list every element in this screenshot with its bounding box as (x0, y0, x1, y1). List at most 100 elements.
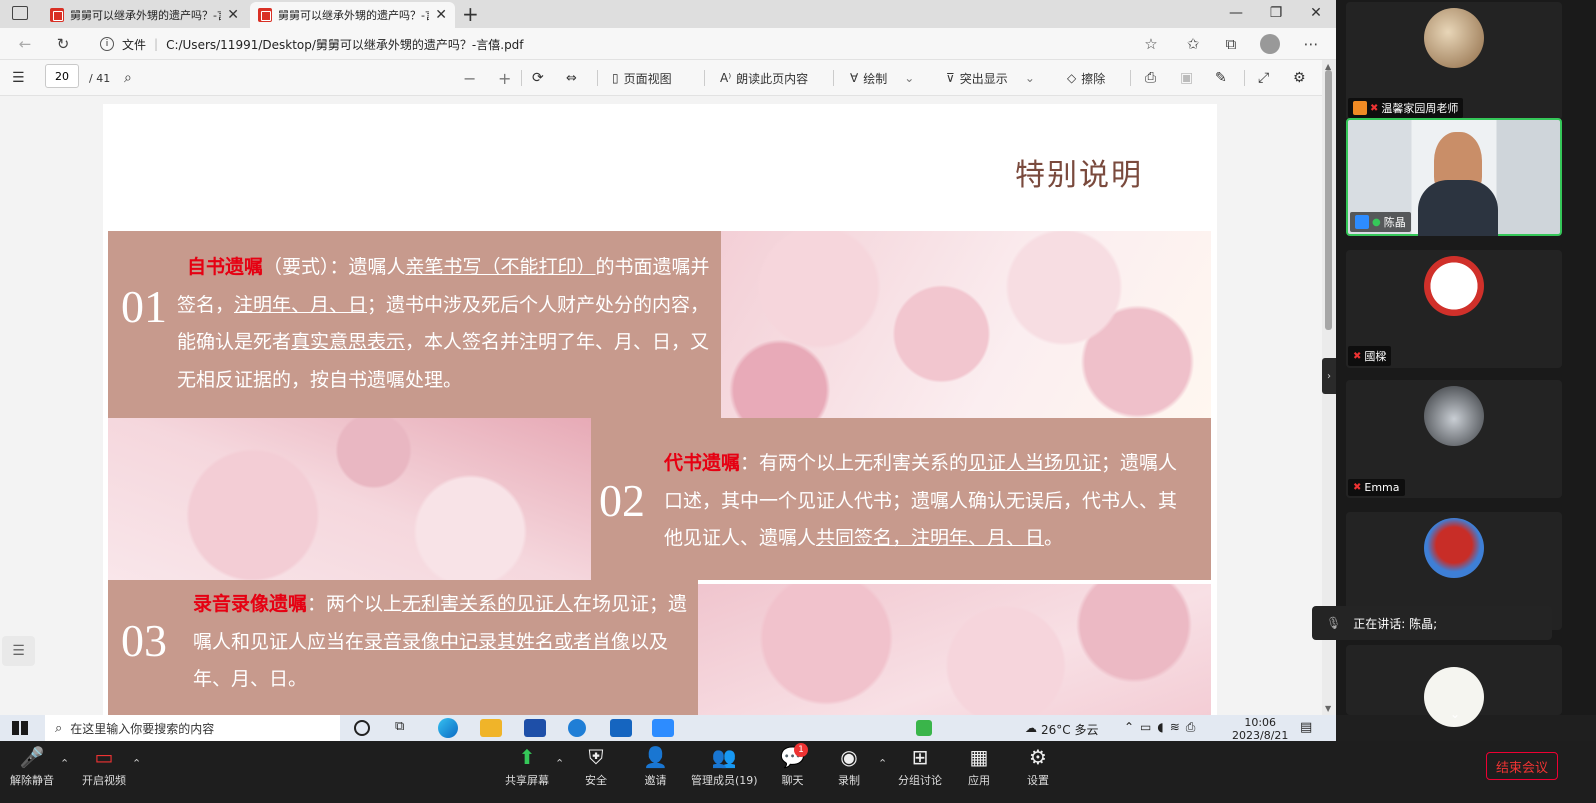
collections-icon[interactable]: ⧉ (1220, 34, 1242, 54)
participant-name: 温馨家园周老师 (1381, 102, 1459, 115)
list-toggle-button[interactable]: ☰ (2, 636, 35, 666)
list-icon: ☰ (12, 643, 25, 659)
mail-icon[interactable] (610, 719, 632, 737)
page-view-button[interactable]: ▯ 页面视图 (612, 68, 672, 88)
chevron-up-icon[interactable]: ⌃ (60, 757, 69, 770)
cortana-icon[interactable] (354, 720, 370, 736)
section-1-text: 自书遗嘱（要式）：遗嘱人亲笔书写（不能打印）的书面遗嘱并签名，注明年、月、日；遗… (177, 249, 722, 399)
taskbar-search[interactable]: ⌕ 在这里输入你要搜索的内容 (45, 715, 340, 741)
text-span: ：两个以上 (307, 593, 403, 615)
section-2-text: 代书遗嘱：有两个以上无利害关系的见证人当场见证；遗嘱人口述，其中一个见证人代书；… (664, 445, 1194, 558)
underlined-text: 共同签名，注明年、月、日 (816, 527, 1045, 549)
highlight-button[interactable]: ⊽ 突出显示 ⌄ (946, 68, 1035, 88)
apps-button[interactable]: ▦ 应用 (968, 745, 990, 788)
read-aloud-button[interactable]: A⁾ 朗读此页内容 (720, 68, 808, 88)
security-button[interactable]: ⛨ 安全 (585, 745, 607, 788)
search-icon: ⌕ (55, 720, 63, 736)
more-icon[interactable]: ⋯ (1300, 34, 1322, 54)
weather[interactable]: ☁ 26°C 多云 (1025, 721, 1098, 738)
start-video-button[interactable]: ▭ 开启视频 (82, 745, 126, 788)
settings-icon[interactable]: ⚙ (1293, 68, 1306, 88)
participant-tile[interactable]: ✖ Emma (1346, 380, 1562, 498)
app-icon[interactable] (568, 719, 586, 737)
fullscreen-icon[interactable]: ⤢ (1258, 68, 1269, 88)
chevron-down-icon[interactable]: ⌄ (1450, 707, 1460, 721)
store-icon[interactable] (524, 719, 546, 737)
maximize-button[interactable]: ❐ (1256, 0, 1296, 26)
new-tab-button[interactable]: + (462, 2, 479, 26)
notifications-icon[interactable]: ▤ (1300, 720, 1312, 735)
contents-icon[interactable]: ☰ (12, 68, 25, 88)
read-aloud-label: 朗读此页内容 (736, 71, 809, 86)
section-2-number: 02 (599, 475, 645, 526)
underlined-text: 无利害关系的见证人 (402, 593, 574, 615)
breakout-icon: ⊞ (911, 745, 929, 769)
chevron-down-icon[interactable]: ⌄ (904, 71, 914, 85)
refresh-icon[interactable]: ↻ (52, 34, 74, 54)
close-icon[interactable]: ✕ (227, 7, 239, 23)
minimize-button[interactable]: — (1216, 0, 1256, 26)
draw-icon: ∀ (850, 71, 859, 85)
close-icon[interactable]: ✕ (435, 7, 447, 23)
chevron-down-icon[interactable]: ⌄ (1025, 71, 1035, 85)
collapse-panel-button[interactable]: › (1322, 358, 1336, 394)
zoom-control-bar: 🎤 解除静音 ⌃ ▭ 开启视频 ⌃ ⬆ 共享屏幕 ⌃ ⛨ 安全 👤 邀请 👥 管理成员(19… (0, 741, 1596, 803)
end-meeting-button[interactable]: 结束会议 (1486, 752, 1558, 780)
edge-icon[interactable] (438, 718, 458, 738)
participant-tile-active-speaker[interactable]: ● 陈晶 (1346, 118, 1562, 236)
tab-1[interactable]: 舅舅可以继承外甥的遗产吗？-言 ✕ (42, 2, 247, 28)
back-icon[interactable]: ← (14, 34, 36, 54)
windows-taskbar: ⌕ 在这里输入你要搜索的内容 ⧉ ☁ 26°C 多云 ⌃▭◖≋⎙ 10:06 20… (0, 715, 1336, 742)
save-as-icon[interactable]: ✎ (1215, 68, 1227, 88)
record-button[interactable]: ◉ 录制 (838, 745, 860, 788)
chevron-up-icon[interactable]: ⌃ (555, 757, 564, 770)
file-explorer-icon[interactable] (480, 719, 502, 737)
save-icon[interactable]: ▣ (1180, 68, 1193, 88)
favorites-icon[interactable]: ✩ (1182, 34, 1204, 54)
zoom-in-icon[interactable]: + (498, 68, 511, 88)
fit-page-icon[interactable]: ⇔ (566, 68, 577, 88)
chevron-up-icon[interactable]: ⌃ (132, 757, 141, 770)
draw-button[interactable]: ∀ 绘制 ⌄ (850, 68, 914, 88)
participants-button[interactable]: 👥 管理成员(19) (691, 745, 758, 788)
slide-title: 特别说明 (1015, 158, 1143, 193)
zoom-out-icon[interactable]: − (463, 68, 476, 88)
search-icon[interactable]: ⌕ (124, 68, 132, 88)
gear-icon: ⚙ (1029, 745, 1047, 769)
divider (1244, 70, 1245, 86)
tab-actions-icon[interactable] (12, 6, 28, 20)
participant-tile[interactable]: ⌄ (1346, 645, 1562, 727)
speaking-text: 正在讲话: 陈晶; (1353, 616, 1438, 631)
participant-tile[interactable]: ✖ 國樑 (1346, 250, 1562, 368)
zoom-app-icon[interactable] (652, 719, 674, 737)
wps-icon[interactable] (916, 720, 932, 736)
participant-tile[interactable]: ✖ 温馨家园周老师 (1346, 2, 1562, 120)
shield-icon: ⛨ (588, 745, 604, 769)
invite-button[interactable]: 👤 邀请 (643, 745, 668, 788)
print-icon[interactable]: ⎙ (1145, 68, 1156, 88)
breakout-rooms-button[interactable]: ⊞ 分组讨论 (898, 745, 942, 788)
system-tray-icons[interactable]: ⌃▭◖≋⎙ (1124, 720, 1201, 735)
divider (833, 70, 834, 86)
clock[interactable]: 10:06 2023/8/21 (1232, 716, 1288, 742)
unmute-button[interactable]: 🎤 解除静音 (10, 745, 54, 788)
rotate-icon[interactable]: ⟳ (532, 68, 544, 88)
windows-start-icon[interactable] (12, 721, 28, 735)
close-window-button[interactable]: ✕ (1296, 0, 1336, 26)
read-aloud-icon: A⁾ (720, 71, 732, 85)
erase-button[interactable]: ◇ 擦除 (1067, 68, 1105, 88)
scrollbar-thumb[interactable] (1325, 70, 1332, 330)
chevron-up-icon[interactable]: ⌃ (878, 757, 887, 770)
tab-bar: 舅舅可以继承外甥的遗产吗？-言 ✕ 舅舅可以继承外甥的遗产吗？-言 ✕ + — … (0, 0, 1336, 28)
profile-avatar[interactable] (1260, 34, 1280, 54)
share-screen-button[interactable]: ⬆ 共享屏幕 (505, 745, 549, 788)
page-number-input[interactable] (45, 64, 79, 88)
task-view-icon[interactable]: ⧉ (395, 719, 417, 737)
text-span: （要式）：遗嘱人 (263, 256, 406, 278)
host-icon (1353, 101, 1367, 115)
settings-button[interactable]: ⚙ 设置 (1027, 745, 1049, 788)
address-bar[interactable]: i 文件 | C:/Users/11991/Desktop/舅舅可以继承外甥的遗… (90, 32, 1170, 56)
tab-2[interactable]: 舅舅可以继承外甥的遗产吗？-言 ✕ (250, 2, 455, 28)
highlight-label: 突出显示 (959, 71, 1008, 86)
add-favorite-icon[interactable]: ☆ (1140, 34, 1162, 54)
